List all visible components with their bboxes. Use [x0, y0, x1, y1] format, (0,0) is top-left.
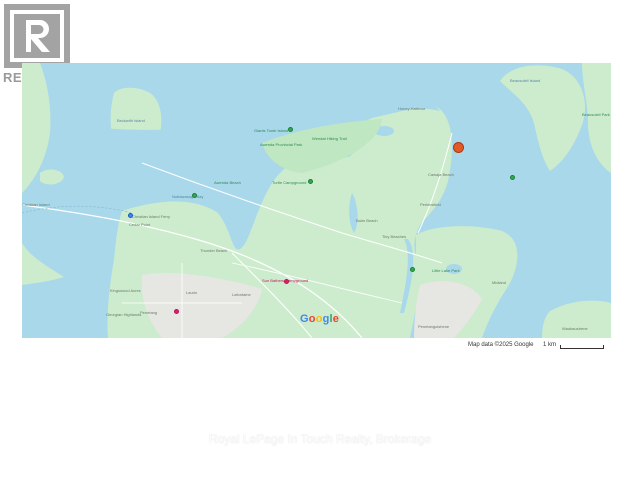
label-waubaushene: Waubaushene	[562, 326, 588, 331]
label-georgian-highlands: Georgian Highlands	[106, 312, 142, 317]
poi-ferry-icon[interactable]	[128, 213, 133, 218]
label-christian-island: Christian Island	[22, 202, 50, 207]
label-penetang: Penetang	[140, 310, 158, 315]
label-awenda-beach: Awenda Beach	[214, 180, 241, 185]
label-tiny-beaches: Tiny Beaches	[382, 234, 407, 239]
realtor-logo-mark	[4, 4, 70, 68]
label-perkinsfield: Perkinsfield	[420, 202, 441, 207]
label-beckwith-island: Beckwith Island	[117, 118, 145, 123]
poi-campground-icon[interactable]	[308, 179, 313, 184]
label-cawaja-beach: Cawaja Beach	[428, 172, 454, 177]
map-canvas[interactable]	[22, 63, 611, 338]
location-map[interactable]: Beckwith Island Giants Tomb Island Awend…	[22, 63, 611, 338]
label-turtle-campground: Turtle Campground	[272, 180, 307, 185]
label-lafontaine: Lafontaine	[232, 292, 251, 297]
property-location-marker[interactable]	[453, 142, 464, 153]
label-laurin: Laurin	[186, 290, 198, 295]
map-attribution: Map data ©2025 Google	[468, 342, 534, 348]
label-penetanguishene: Penetanguishene	[418, 324, 450, 329]
label-wendat-hiking-trail: Wendat Hiking Trail	[312, 136, 347, 141]
poi-park-icon[interactable]	[288, 127, 293, 132]
label-balm-beach: Balm Beach	[356, 218, 378, 223]
poi-place-pink-icon[interactable]	[174, 309, 179, 314]
label-beausoleil-park: Beausoleil Park	[582, 112, 610, 117]
label-honey-harbour: Honey Harbour	[398, 106, 426, 111]
poi-campground-pink-icon[interactable]	[284, 279, 289, 284]
label-christian-island-ferry: Christian Island Ferry	[132, 214, 171, 219]
label-beausoleil-island: Beausoleil Island	[510, 78, 541, 83]
poi-little-lake-icon[interactable]	[410, 267, 415, 272]
label-little-lake-park: Little Lake Park	[432, 268, 460, 273]
label-nottawasaga-bay: Nottawasaga Bay	[172, 194, 204, 199]
label-giants-tomb-island: Giants Tomb Island	[254, 128, 289, 133]
map-scale-bar	[560, 345, 604, 349]
poi-beausoleil-icon[interactable]	[510, 175, 515, 180]
label-cedar-point: Cedar Point	[129, 222, 151, 227]
poi-beach-icon[interactable]	[192, 193, 197, 198]
label-kingswood-acres: Kingswood Acres	[110, 288, 141, 293]
label-awenda-provincial-park: Awenda Provincial Park	[260, 142, 303, 147]
label-midland: Midland	[492, 280, 507, 285]
google-logo: Google	[300, 313, 340, 325]
brokerage-name: Royal LePage In Touch Realty, Brokerage	[208, 432, 432, 446]
map-scale-label: 1 km	[543, 342, 557, 348]
label-thunder-beach: Thunder Beach	[200, 248, 228, 253]
